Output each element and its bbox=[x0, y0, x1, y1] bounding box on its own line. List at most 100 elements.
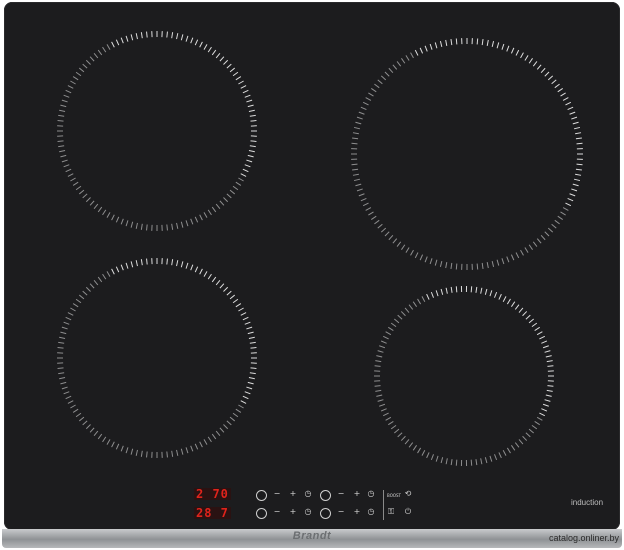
zone-tick-mark bbox=[67, 85, 74, 89]
zone-select-button-1[interactable] bbox=[256, 490, 267, 501]
zone-tick-mark bbox=[351, 142, 358, 145]
minus-button-3[interactable]: − bbox=[273, 507, 281, 517]
zone-tick-mark bbox=[400, 435, 406, 441]
plus-button-1[interactable]: + bbox=[289, 489, 297, 499]
minus-button-1[interactable]: − bbox=[273, 489, 281, 499]
zone-tick-mark bbox=[60, 381, 67, 385]
zone-tick-mark bbox=[377, 79, 383, 85]
zone-tick-mark bbox=[352, 132, 359, 135]
zone-tick-mark bbox=[140, 450, 143, 457]
zone-tick-mark bbox=[70, 177, 76, 182]
zone-tick-mark bbox=[371, 88, 377, 93]
zone-select-button-2[interactable] bbox=[320, 490, 331, 501]
boost-button[interactable]: BOOST bbox=[386, 491, 402, 501]
zone-tick-mark bbox=[565, 202, 572, 207]
zone-tick-mark bbox=[368, 211, 374, 216]
zone-tick-mark bbox=[450, 286, 453, 293]
zone-select-button-4[interactable] bbox=[320, 508, 331, 519]
zone-tick-mark bbox=[219, 56, 225, 62]
zone-tick-mark bbox=[61, 99, 68, 103]
zone-tick-mark bbox=[130, 448, 134, 455]
zone-tick-mark bbox=[410, 249, 414, 256]
zone-tick-mark bbox=[185, 447, 189, 454]
zone-tick-mark bbox=[247, 381, 254, 385]
zone-tick-mark bbox=[394, 428, 400, 434]
plus-button-4[interactable]: + bbox=[353, 507, 361, 517]
zone-tick-mark bbox=[480, 458, 483, 465]
plus-button-3[interactable]: + bbox=[289, 507, 297, 517]
zone-tick-mark bbox=[426, 293, 430, 300]
zone-tick-mark bbox=[232, 412, 239, 418]
zone-tick-mark bbox=[176, 33, 179, 40]
power-icon[interactable]: ⏻ bbox=[403, 507, 413, 517]
zone-tick-mark bbox=[89, 427, 95, 433]
zone-tick-mark bbox=[557, 215, 563, 220]
zone-tick-mark bbox=[455, 459, 458, 466]
zone-tick-mark bbox=[211, 433, 217, 440]
zone-tick-mark bbox=[223, 59, 229, 65]
zone-tick-mark bbox=[194, 216, 199, 223]
zone-tick-mark bbox=[111, 41, 115, 48]
zone-tick-mark bbox=[235, 181, 242, 186]
zone-tick-mark bbox=[235, 408, 242, 413]
zone-tick-mark bbox=[97, 49, 103, 56]
zone-tick-mark bbox=[352, 168, 359, 171]
zone-tick-mark bbox=[514, 304, 520, 310]
zone-tick-mark bbox=[61, 386, 68, 390]
zone-tick-mark bbox=[430, 291, 434, 298]
zone-tick-mark bbox=[244, 391, 251, 395]
zone-tick-mark bbox=[569, 111, 576, 115]
zone-tick-mark bbox=[383, 335, 389, 340]
zone-tick-mark bbox=[85, 59, 91, 65]
zone-tick-mark bbox=[226, 193, 232, 199]
zone-tick-mark bbox=[557, 88, 563, 93]
zone-tick-mark bbox=[371, 215, 377, 220]
lock-icon[interactable]: ⚿ bbox=[386, 507, 396, 517]
zone-tick-mark bbox=[235, 303, 242, 308]
zone-tick-mark bbox=[400, 311, 406, 317]
zone-tick-mark bbox=[502, 450, 507, 456]
zone-tick-mark bbox=[575, 168, 582, 171]
zone-tick-mark bbox=[531, 322, 538, 328]
zone-tick-mark bbox=[194, 443, 199, 450]
zone-tick-mark bbox=[565, 101, 572, 106]
zone-select-button-3[interactable] bbox=[256, 508, 267, 519]
zone-tick-mark bbox=[75, 71, 82, 77]
zone-tick-mark bbox=[82, 290, 88, 296]
zone-tick-mark bbox=[211, 276, 217, 283]
zone-tick-mark bbox=[419, 254, 424, 261]
zone-tick-mark bbox=[247, 154, 254, 158]
zone-tick-mark bbox=[78, 416, 85, 422]
zone-tick-mark bbox=[576, 163, 583, 166]
rear-right-zone bbox=[351, 38, 583, 270]
timer-icon-1[interactable]: ◷ bbox=[303, 489, 313, 499]
plus-button-2[interactable]: + bbox=[353, 489, 361, 499]
timer-icon-4[interactable]: ◷ bbox=[366, 507, 376, 517]
zone-tick-mark bbox=[199, 214, 203, 221]
zone-tick-mark bbox=[426, 452, 430, 459]
zone-tick-mark bbox=[229, 189, 236, 195]
zone-tick-mark bbox=[397, 432, 403, 438]
minus-button-2[interactable]: − bbox=[337, 489, 345, 499]
minus-button-4[interactable]: − bbox=[337, 507, 345, 517]
zone-tick-mark bbox=[377, 223, 383, 229]
zone-tick-mark bbox=[575, 173, 582, 176]
zone-tick-mark bbox=[85, 424, 91, 430]
zone-tick-mark bbox=[229, 416, 236, 422]
zone-tick-mark bbox=[544, 71, 550, 77]
zone-tick-mark bbox=[219, 427, 225, 433]
zone-tick-mark bbox=[560, 92, 566, 97]
zone-tick-mark bbox=[515, 49, 520, 56]
zone-tick-mark bbox=[85, 286, 91, 292]
timer-icon-3[interactable]: ◷ bbox=[303, 507, 313, 517]
front-right-zone bbox=[374, 286, 554, 466]
zone-tick-mark bbox=[494, 454, 498, 461]
zone-tick-mark bbox=[455, 286, 458, 293]
pause-icon[interactable]: ⟲ bbox=[403, 489, 413, 499]
zone-tick-mark bbox=[229, 67, 236, 73]
timer-icon-2[interactable]: ◷ bbox=[366, 489, 376, 499]
zone-tick-mark bbox=[57, 140, 64, 142]
zone-tick-mark bbox=[377, 350, 384, 353]
zone-tick-mark bbox=[384, 231, 390, 237]
zone-tick-mark bbox=[120, 264, 124, 271]
